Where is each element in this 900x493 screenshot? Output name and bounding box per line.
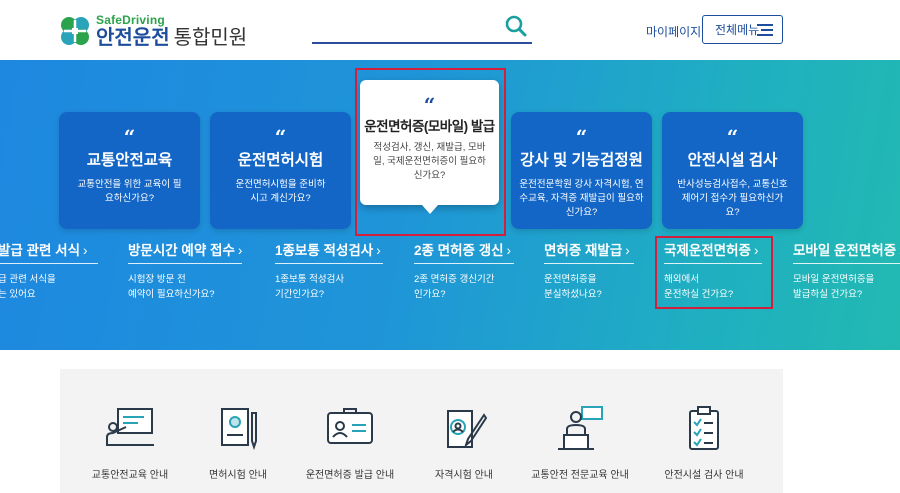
- certificate-pen-icon: [447, 410, 488, 448]
- lecturer-icon: [558, 406, 603, 450]
- quote-icon: “: [726, 125, 739, 149]
- card-traffic-safety-education[interactable]: “ 교통안전교육 교통안전을 위한 교육이 필요하신가요?: [59, 112, 200, 229]
- logo-title: 안전운전: [96, 27, 170, 49]
- search-icon[interactable]: [504, 14, 528, 38]
- quote-icon: “: [575, 125, 588, 149]
- link-underline: [544, 263, 634, 264]
- clover-logo-icon: [58, 14, 92, 48]
- document-pen-icon: [221, 408, 257, 451]
- search-input[interactable]: [312, 12, 492, 40]
- service-label: 교통안전교육 안내: [91, 470, 169, 481]
- chevron-right-icon: ›: [83, 243, 88, 258]
- card-pointer: [422, 205, 438, 214]
- mypage-link[interactable]: 마이페이지: [646, 23, 701, 40]
- card-license-exam[interactable]: “ 운전면허시험 운전면허시험을 준비하시고 계신가요?: [210, 112, 351, 229]
- chevron-right-icon: ›: [506, 243, 512, 258]
- link-title: 방문시간 예약 접수: [128, 243, 235, 258]
- hamburger-icon: [757, 24, 773, 36]
- link-title: 발급 관련 서식: [0, 243, 81, 258]
- chevron-right-icon: ›: [753, 243, 759, 258]
- link-underline: [793, 263, 900, 264]
- link-desc-line2: 발급하실 건가요?: [793, 289, 863, 300]
- link-issuance-forms[interactable]: 발급 관련 서식 › 급 관련 서식을는 있어요: [0, 240, 98, 302]
- service-qualification-exam[interactable]: 자격시험 안내: [404, 405, 524, 481]
- card-title: 교통안전교육: [86, 152, 173, 169]
- card-desc: 적성검사, 갱신, 재발급, 모바일, 국제운전면허증이 필요하신가요?: [373, 142, 486, 181]
- service-label: 운전면허증 발급 안내: [305, 470, 395, 481]
- card-desc: 반사성능검사접수, 교통신호제어기 접수가 필요하신가요?: [677, 179, 788, 218]
- link-desc-line1: 급 관련 서식을: [0, 274, 56, 285]
- page: SafeDriving 안전운전 통합민원 마이페이지 전체메뉴 “ 교통안전교육…: [0, 0, 900, 493]
- service-license-issuance[interactable]: 운전면허증 발급 안내: [290, 405, 410, 481]
- card-instructor-examiner[interactable]: “ 강사 및 기능검정원 운전전문학원 강사 자격시험, 연수교육, 자격증 재…: [511, 112, 652, 229]
- all-menu-label: 전체메뉴: [715, 23, 760, 37]
- service-professional-education[interactable]: 교통안전 전문교육 안내: [520, 405, 640, 481]
- id-card-icon: [327, 408, 373, 444]
- quote-icon: “: [274, 125, 287, 149]
- link-desc-line2: 는 있어요: [0, 289, 36, 300]
- service-menu: 교통안전교육 안내 면허시험 안내 운전면허증 발급 안내 자격시험 안내 교통…: [60, 369, 783, 493]
- service-traffic-education[interactable]: 교통안전교육 안내: [70, 405, 190, 481]
- header: SafeDriving 안전운전 통합민원 마이페이지 전체메뉴: [0, 0, 900, 60]
- link-visit-reservation[interactable]: 방문시간 예약 접수 › 시험장 방문 전예약이 필요하신가요?: [128, 240, 242, 302]
- link-underline: [128, 263, 242, 264]
- card-title: 운전면허시험: [237, 152, 324, 169]
- chevron-right-icon: ›: [376, 243, 381, 258]
- link-title: 1종보통 적성검사: [275, 243, 374, 258]
- link-desc-line2: 인가요?: [414, 289, 446, 300]
- link-desc-line1: 운전면허증을: [544, 274, 597, 285]
- service-label: 안전시설 검사 안내: [664, 470, 744, 481]
- card-title: 안전시설 검사: [687, 152, 778, 169]
- quote-icon: “: [123, 125, 136, 149]
- logo[interactable]: SafeDriving 안전운전 통합민원: [58, 14, 247, 48]
- link-class1-aptitude-test[interactable]: 1종보통 적성검사 › 1종보통 적성검사 기간인가요?: [275, 240, 383, 302]
- card-desc: 교통안전을 위한 교육이 필요하신가요?: [77, 179, 182, 204]
- card-title: 강사 및 기능검정원: [520, 152, 643, 169]
- link-underline: [275, 263, 383, 264]
- link-international-license[interactable]: 국제운전면허증 › 해외에서운전하실 건가요?: [664, 240, 762, 302]
- service-label: 교통안전 전문교육 안내: [531, 470, 629, 481]
- quote-icon: “: [423, 93, 436, 117]
- link-desc-line2: 분실하셨나요?: [544, 289, 602, 300]
- chevron-right-icon: ›: [625, 243, 630, 258]
- link-desc-line1: 시험장 방문 전: [128, 274, 186, 285]
- link-title: 2종 면허증 갱신: [414, 243, 504, 258]
- chevron-right-icon: ›: [237, 243, 243, 258]
- link-desc-line2: 기간인가요?: [275, 289, 324, 300]
- link-desc-line1: 1종보통 적성검사: [275, 274, 345, 285]
- card-desc: 운전전문학원 강사 자격시험, 연수교육, 자격증 재발급이 필요하신가요?: [519, 179, 644, 218]
- link-desc-line2: 운전하실 건가요?: [664, 289, 734, 300]
- link-desc-line1: 모바일 운전면허증을: [793, 274, 875, 285]
- logo-title-tail: 통합민원: [173, 27, 248, 49]
- link-desc-line1: 해외에서: [664, 274, 699, 285]
- all-menu-button[interactable]: 전체메뉴: [702, 15, 783, 44]
- link-title: 모바일 운전면허증: [793, 243, 897, 258]
- service-label: 면허시험 안내: [209, 470, 267, 481]
- link-class2-renewal[interactable]: 2종 면허증 갱신 › 2종 면허증 갱신기간인가요?: [414, 240, 514, 302]
- checklist-icon: [689, 406, 719, 450]
- card-title: 운전면허증(모바일) 발급: [364, 119, 495, 134]
- presentation-icon: [106, 408, 154, 446]
- link-title: 국제운전면허증: [664, 243, 751, 258]
- logo-subtitle: SafeDriving: [96, 13, 165, 27]
- hero-banner: “ 교통안전교육 교통안전을 위한 교육이 필요하신가요? “ 운전면허시험 운…: [0, 60, 900, 350]
- link-title: 면허증 재발급: [544, 243, 623, 258]
- link-underline: [414, 263, 514, 264]
- link-mobile-license[interactable]: 모바일 운전면허증› 모바일 운전면허증을발급하실 건가요?: [793, 240, 900, 302]
- card-license-issuance[interactable]: “ 운전면허증(모바일) 발급 적성검사, 갱신, 재발급, 모바일, 국제운전…: [360, 80, 499, 205]
- service-license-exam[interactable]: 면허시험 안내: [178, 405, 298, 481]
- card-desc: 운전면허시험을 준비하시고 계신가요?: [235, 179, 326, 204]
- link-desc-line2: 예약이 필요하신가요?: [128, 289, 215, 300]
- link-underline: [0, 263, 98, 264]
- service-label: 자격시험 안내: [435, 470, 493, 481]
- link-underline: [664, 263, 762, 264]
- link-desc-line1: 2종 면허증 갱신기간: [414, 274, 495, 285]
- search-bar: [312, 12, 532, 44]
- link-license-reissue[interactable]: 면허증 재발급 › 운전면허증을분실하셨나요?: [544, 240, 634, 302]
- card-safety-facility-inspection[interactable]: “ 안전시설 검사 반사성능검사접수, 교통신호제어기 접수가 필요하신가요?: [662, 112, 803, 229]
- service-safety-facility-inspection[interactable]: 안전시설 검사 안내: [644, 405, 764, 481]
